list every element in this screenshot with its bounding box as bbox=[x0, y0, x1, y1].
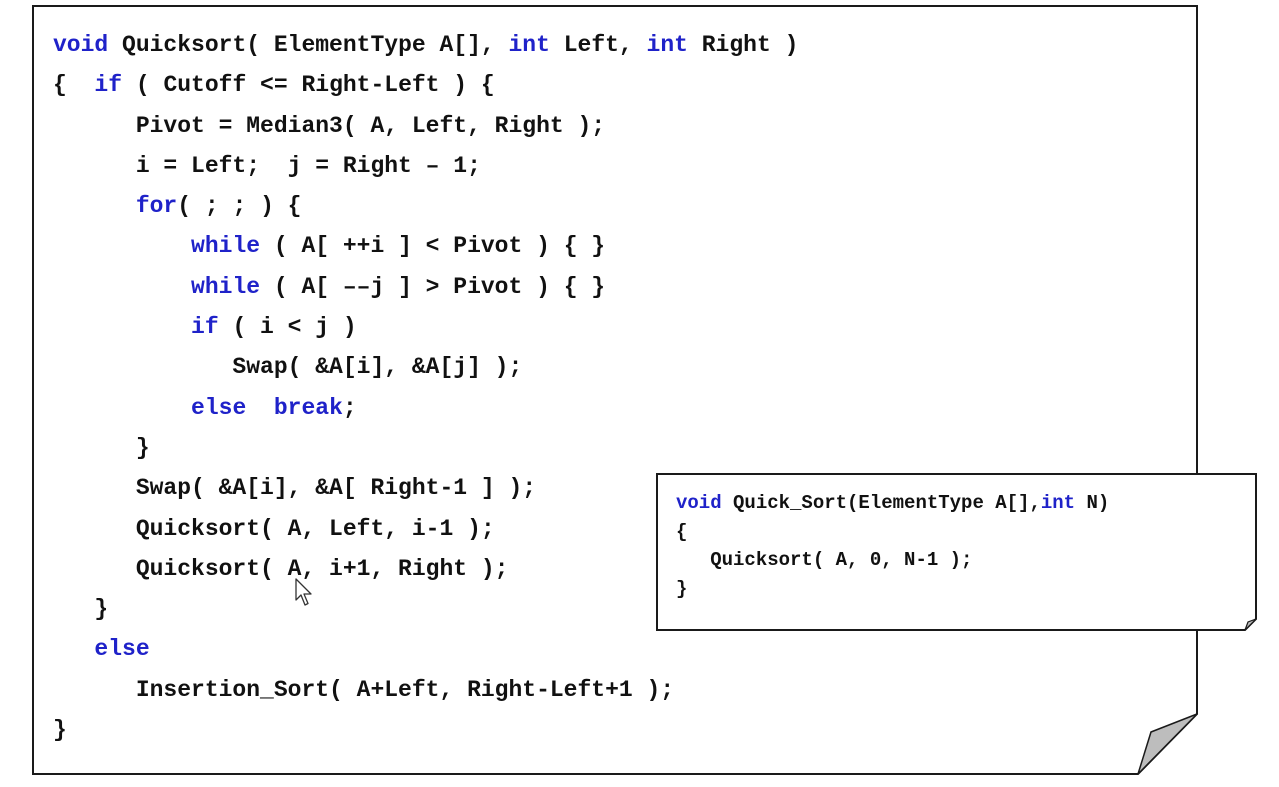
code-keyword: int bbox=[1040, 492, 1076, 514]
code-text: Quicksort( A, Left, i-1 ); bbox=[53, 515, 495, 542]
code-text: Left, bbox=[549, 32, 647, 58]
code-text: { bbox=[676, 520, 688, 543]
code-line: } bbox=[53, 428, 798, 468]
code-text: Quicksort( ElementType A[], bbox=[108, 32, 509, 58]
mouse-pointer-icon bbox=[295, 578, 312, 606]
side-code-line: void Quick_Sort(ElementType A[],int N) bbox=[676, 489, 1109, 518]
code-line: { if ( Cutoff <= Right-Left ) { bbox=[53, 65, 798, 105]
code-text: } bbox=[53, 596, 109, 623]
code-keyword: int bbox=[646, 32, 688, 58]
code-line: i = Left; j = Right – 1; bbox=[53, 146, 798, 186]
code-text: ( A[ ++i ] < Pivot ) { } bbox=[260, 233, 606, 260]
code-text: ( ; ; ) { bbox=[177, 193, 302, 220]
code-keyword: break bbox=[273, 394, 343, 421]
code-line: void Quicksort( ElementType A[], int Lef… bbox=[53, 25, 798, 65]
code-keyword: while bbox=[191, 273, 261, 300]
code-text: Quicksort( A, i+1, Right ); bbox=[53, 555, 509, 582]
code-text: Swap( &A[i], &A[j] ); bbox=[53, 354, 523, 381]
code-line: else break; bbox=[53, 388, 798, 428]
code-text: Quicksort( A, 0, N-1 ); bbox=[676, 549, 973, 571]
code-keyword: while bbox=[191, 233, 261, 260]
code-keyword: int bbox=[508, 32, 550, 58]
quicksort-code-listing: void Quicksort( ElementType A[], int Lef… bbox=[53, 25, 798, 750]
code-text: Pivot = Median3( A, Left, Right ); bbox=[53, 112, 606, 139]
code-text: i = Left; j = Right – 1; bbox=[53, 152, 481, 179]
code-keyword: else bbox=[191, 394, 247, 421]
code-text: Right ) bbox=[687, 32, 799, 58]
code-line: Swap( &A[i], &A[j] ); bbox=[53, 347, 798, 387]
code-line: while ( A[ ++i ] < Pivot ) { } bbox=[53, 226, 798, 266]
code-text: } bbox=[676, 577, 688, 600]
side-code-line: } bbox=[676, 575, 1109, 604]
quick-sort-wrapper-listing: void Quick_Sort(ElementType A[],int N){ … bbox=[676, 489, 1109, 603]
code-text: ( i < j ) bbox=[218, 314, 357, 341]
code-keyword: if bbox=[94, 72, 123, 99]
side-code-line: { bbox=[676, 518, 1109, 547]
code-text: } bbox=[53, 434, 150, 461]
code-line: else bbox=[53, 629, 798, 669]
code-line: Pivot = Median3( A, Left, Right ); bbox=[53, 106, 798, 146]
code-text: ( A[ ––j ] > Pivot ) { } bbox=[260, 273, 606, 300]
code-line: for( ; ; ) { bbox=[53, 186, 798, 226]
side-code-line: Quicksort( A, 0, N-1 ); bbox=[676, 546, 1109, 575]
code-line: } bbox=[53, 710, 798, 750]
code-text: Swap( &A[i], &A[ Right-1 ] ); bbox=[53, 475, 537, 502]
code-keyword: if bbox=[191, 314, 219, 341]
code-keyword: for bbox=[135, 193, 178, 220]
code-text: } bbox=[53, 717, 67, 744]
code-line: while ( A[ ––j ] > Pivot ) { } bbox=[53, 267, 798, 307]
code-keyword: void bbox=[53, 32, 109, 58]
code-text: ( Cutoff <= Right-Left ) { bbox=[122, 72, 495, 99]
code-line: if ( i < j ) bbox=[53, 307, 798, 347]
code-keyword: void bbox=[676, 492, 722, 514]
code-text: Quick_Sort(ElementType A[], bbox=[721, 492, 1041, 514]
code-text: Insertion_Sort( A+Left, Right-Left+1 ); bbox=[53, 676, 675, 703]
code-text: N) bbox=[1075, 492, 1110, 514]
code-line: Insertion_Sort( A+Left, Right-Left+1 ); bbox=[53, 670, 798, 710]
code-text: { bbox=[53, 72, 95, 99]
code-text: ; bbox=[342, 394, 357, 421]
code-keyword: else bbox=[94, 636, 150, 663]
